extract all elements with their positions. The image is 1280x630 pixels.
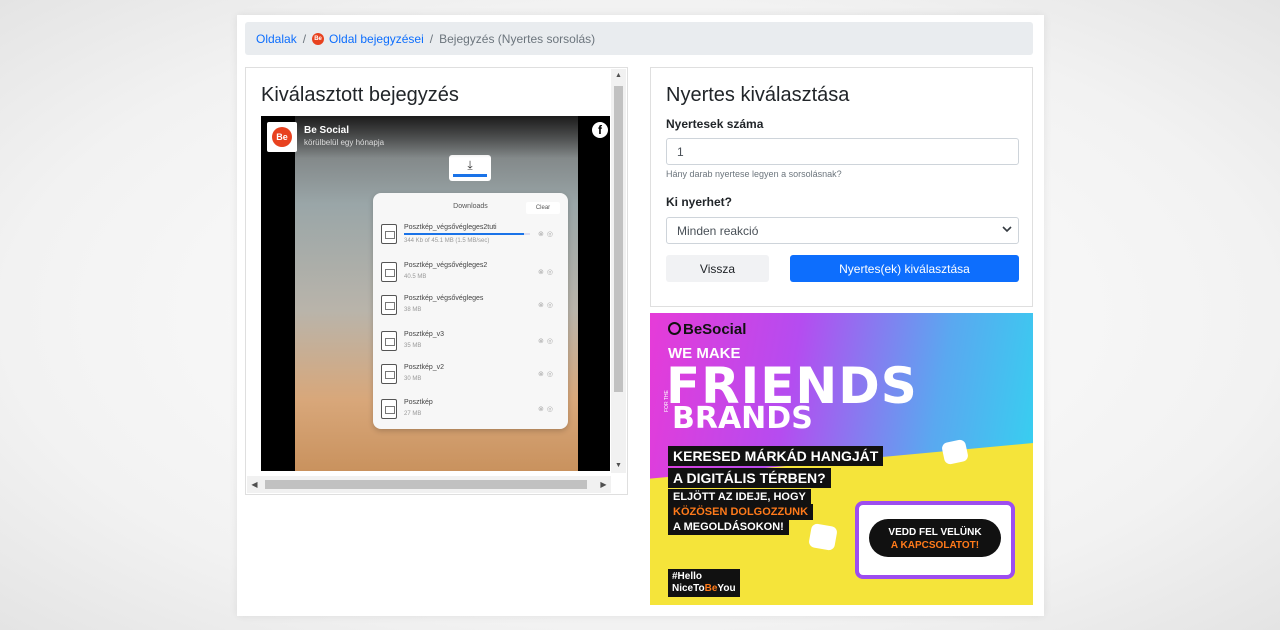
download-item-actions-icon: ⊗◎ <box>538 302 556 309</box>
back-button[interactable]: Vissza <box>666 255 769 282</box>
download-item-size: 27 MB <box>404 411 422 417</box>
select-winners-button[interactable]: Nyertes(ek) kiválasztása <box>790 255 1019 282</box>
selected-post-title: Kiválasztott bejegyzés <box>261 84 459 106</box>
scroll-right-icon[interactable]: ▶ <box>596 476 611 493</box>
download-item-name: Posztkép_végsővégleges <box>404 295 484 302</box>
download-item-actions-icon: ⊗◎ <box>538 371 556 378</box>
facebook-icon[interactable]: f <box>592 122 608 138</box>
horizontal-scrollbar[interactable]: ◀ ▶ <box>247 476 611 493</box>
download-progress-bar <box>453 174 487 177</box>
file-icon <box>381 262 397 282</box>
download-item: Posztkép_v2 30 MB ⊗◎ <box>379 360 562 390</box>
download-item-actions-icon: ⊗◎ <box>538 231 556 238</box>
ad-for-the: FOR THE <box>664 390 670 412</box>
download-item-name: Posztkép_végsővégleges2tuti <box>404 224 497 231</box>
download-item-actions-icon: ⊗◎ <box>538 269 556 276</box>
breadcrumb-link-page-posts[interactable]: Oldal bejegyzései <box>329 32 424 46</box>
chevron-down-icon <box>1002 226 1012 233</box>
breadcrumb-current: Bejegyzés (Nyertes sorsolás) <box>439 31 596 46</box>
download-item-progress <box>404 233 530 235</box>
file-icon <box>381 364 397 384</box>
ad-text-1: ELJÖTT AZ IDEJE, HOGY <box>668 489 811 505</box>
download-item-size: 30 MB <box>404 376 422 382</box>
ad-brand-logo: BeSocial <box>668 321 746 338</box>
download-item-name: Posztkép_v2 <box>404 364 445 371</box>
post-image: ⤓ Downloads Clear Posztkép_végsővégleges… <box>295 116 578 471</box>
breadcrumb-separator: / <box>302 31 307 46</box>
selected-post-card: Kiválasztott bejegyzés ⤓ Downloads Clear… <box>245 67 628 495</box>
file-icon <box>381 295 397 315</box>
ad-headline-3: BRANDS <box>672 401 813 436</box>
post-page-name[interactable]: Be Social <box>304 125 349 136</box>
besocial-ad-banner[interactable]: BeSocial WE MAKE FRIENDS FOR THE BRANDS … <box>650 313 1033 605</box>
download-item-actions-icon: ⊗◎ <box>538 406 556 413</box>
download-item-size: 38 MB <box>404 307 422 313</box>
who-can-win-label: Ki nyerhet? <box>666 195 733 209</box>
ad-hashtag: #Hello NiceToBeYou <box>668 569 740 597</box>
download-item-name: Posztkép_v3 <box>404 331 445 338</box>
downloads-panel: Downloads Clear Posztkép_végsővégleges2t… <box>373 193 568 429</box>
page-avatar[interactable]: Be <box>267 122 297 152</box>
download-item-actions-icon: ⊗◎ <box>538 338 556 345</box>
breadcrumb: Oldalak / Be Oldal bejegyzései / Bejegyz… <box>245 22 1033 55</box>
post-media[interactable]: ⤓ Downloads Clear Posztkép_végsővégleges… <box>261 116 610 471</box>
ad-cta-phone: VEDD FEL VELÜNK A KAPCSOLATOT! <box>855 501 1015 579</box>
download-item: Posztkép 27 MB ⊗◎ <box>379 395 562 425</box>
download-button: ⤓ <box>449 155 491 181</box>
download-item-name: Posztkép_végsővégleges2 <box>404 262 488 269</box>
winner-selection-card: Nyertes kiválasztása Nyertesek száma 1 H… <box>650 67 1033 307</box>
ad-question-1: KERESED MÁRKÁD HANGJÁT <box>668 446 884 466</box>
ad-question-2: A DIGITÁLIS TÉRBEN? <box>668 468 831 488</box>
post-header: Be Be Social körülbelül egy hónapja f <box>261 116 610 158</box>
breadcrumb-separator: / <box>429 31 434 46</box>
horizontal-scroll-thumb[interactable] <box>265 480 587 489</box>
scroll-left-icon[interactable]: ◀ <box>247 476 262 493</box>
who-can-win-select[interactable]: Minden reakció <box>666 217 1019 244</box>
post-timestamp[interactable]: körülbelül egy hónapja <box>304 138 384 147</box>
download-icon: ⤓ <box>467 158 473 172</box>
besocial-logo-icon: Be <box>312 32 325 45</box>
ad-text-3: A MEGOLDÁSOKON! <box>668 519 789 535</box>
file-icon <box>381 331 397 351</box>
download-item: Posztkép_végsővégleges2 40.5 MB ⊗◎ <box>379 258 562 288</box>
who-can-win-value: Minden reakció <box>677 223 759 238</box>
vertical-scroll-thumb[interactable] <box>614 86 623 392</box>
ad-cta-button: VEDD FEL VELÜNK A KAPCSOLATOT! <box>869 519 1001 557</box>
file-icon <box>381 399 397 419</box>
heart-bubble-icon <box>808 522 838 552</box>
download-item: Posztkép_végsővégleges 38 MB ⊗◎ <box>379 291 562 321</box>
downloads-clear-button: Clear <box>526 202 560 214</box>
download-item-size: 344 Kb of 45.1 MB (1.5 MB/sec) <box>404 238 490 244</box>
winners-count-input[interactable]: 1 <box>666 138 1019 165</box>
download-item-size: 35 MB <box>404 343 422 349</box>
at-sign-icon <box>668 322 681 335</box>
download-item-size: 40.5 MB <box>404 274 427 280</box>
scroll-up-icon[interactable]: ▲ <box>611 69 626 83</box>
page-container: Oldalak / Be Oldal bejegyzései / Bejegyz… <box>237 15 1044 616</box>
file-icon <box>381 224 397 244</box>
breadcrumb-link-pages[interactable]: Oldalak <box>256 32 297 46</box>
winner-selection-title: Nyertes kiválasztása <box>666 84 850 106</box>
download-item: Posztkép_v3 35 MB ⊗◎ <box>379 327 562 357</box>
winners-count-label: Nyertesek száma <box>666 117 764 131</box>
winners-count-help: Hány darab nyertese legyen a sorsolásnak… <box>666 169 842 179</box>
scroll-down-icon[interactable]: ▼ <box>611 459 626 473</box>
vertical-scrollbar[interactable]: ▲ ▼ <box>611 69 626 473</box>
ad-text-2: KÖZÖSEN DOLGOZZUNK <box>668 504 814 520</box>
download-item: Posztkép_végsővégleges2tuti 344 Kb of 45… <box>379 220 562 250</box>
download-item-name: Posztkép <box>404 399 433 406</box>
besocial-logo-icon: Be <box>272 127 292 147</box>
